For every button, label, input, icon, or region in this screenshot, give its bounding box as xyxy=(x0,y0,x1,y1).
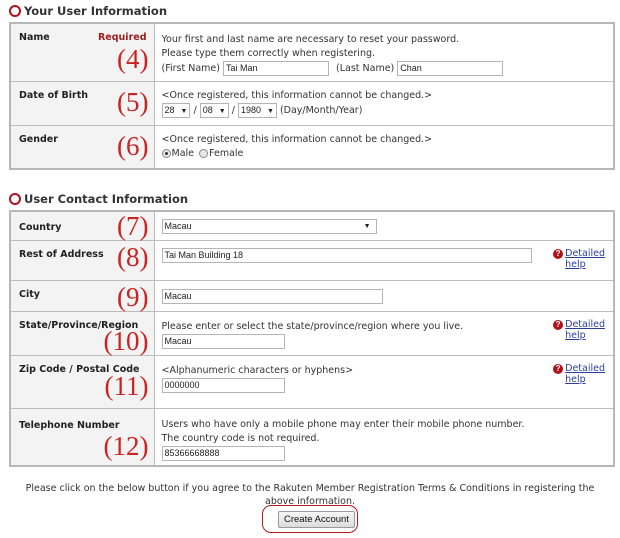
female-label[interactable]: Female xyxy=(209,148,243,159)
detailed-help-link[interactable]: Detailed help xyxy=(565,363,605,385)
date-separator: / xyxy=(231,104,235,116)
annotation-8: (8) xyxy=(117,241,149,272)
gender-label: Gender xyxy=(19,133,58,145)
month-value: 08 xyxy=(202,104,213,115)
name-row: Name Required (4) Your first and last na… xyxy=(9,22,615,82)
address-label-cell: Rest of Address (8) xyxy=(9,239,155,281)
state-note: Please enter or select the state/provinc… xyxy=(161,320,464,332)
address-help[interactable]: ? Detailed help xyxy=(553,248,605,270)
first-name-input[interactable]: Tai Man xyxy=(222,61,329,76)
zip-help[interactable]: ? Detailed help xyxy=(553,363,605,385)
annotation-9: (9) xyxy=(117,281,149,312)
state-input[interactable]: Macau xyxy=(161,333,285,349)
zip-content-cell: <Alphanumeric characters or hyphens> 000… xyxy=(153,354,615,409)
state-row: State/Province/Region (10) Please enter … xyxy=(9,310,615,356)
address-content-cell: Tai Man Building 18 ? Detailed help xyxy=(153,239,615,281)
annotation-12: (12) xyxy=(103,430,149,461)
section-title-text: Your User Information xyxy=(24,4,168,18)
annotation-7: (7) xyxy=(117,211,149,241)
city-input[interactable]: Macau xyxy=(161,288,383,304)
country-label-cell: Country (7) xyxy=(9,210,155,241)
month-select[interactable]: 08 ▼ xyxy=(199,102,229,118)
gender-content-cell: <Once registered, this information canno… xyxy=(153,124,615,170)
date-format-hint: (Day/Month/Year) xyxy=(279,104,363,116)
date-separator: / xyxy=(193,104,197,116)
required-badge: Required xyxy=(97,32,147,43)
dob-label: Date of Birth xyxy=(19,89,89,101)
name-help-line-2: Please type them correctly when register… xyxy=(161,48,376,59)
dropdown-arrow-icon: ▼ xyxy=(363,223,371,230)
highlight-annotation-circle: Create Account xyxy=(262,505,358,533)
help-question-icon: ? xyxy=(553,248,564,259)
address-label: Rest of Address xyxy=(19,248,104,260)
phone-note-1: Users who have only a mobile phone may e… xyxy=(161,418,525,430)
phone-input[interactable]: 85366668888 xyxy=(161,445,285,461)
name-label-cell: Name Required (4) xyxy=(9,22,155,82)
phone-label-cell: Telephone Number (12) xyxy=(9,407,155,467)
bullet-icon xyxy=(9,5,21,17)
city-content-cell: Macau xyxy=(153,279,615,312)
name-content-cell: Your first and last name are necessary t… xyxy=(153,22,615,82)
annotation-5: (5) xyxy=(117,86,149,117)
section-title-contact-info: User Contact Information xyxy=(9,192,188,206)
address-row: Rest of Address (8) Tai Man Building 18 … xyxy=(9,239,615,281)
annotation-10: (10) xyxy=(103,325,149,356)
gender-note: <Once registered, this information canno… xyxy=(161,133,433,145)
zip-row: Zip Code / Postal Code (11) <Alphanumeri… xyxy=(9,354,615,409)
contact-info-table: Country (7) Macau ▼ Rest of Address (8) … xyxy=(9,210,615,467)
dob-content-cell: <Once registered, this information canno… xyxy=(153,80,615,126)
name-label: Name xyxy=(19,32,50,43)
zip-label-cell: Zip Code / Postal Code (11) xyxy=(9,354,155,409)
dob-label-cell: Date of Birth (5) xyxy=(9,80,155,126)
user-info-table: Name Required (4) Your first and last na… xyxy=(9,22,615,170)
gender-label-cell: Gender (6) xyxy=(9,124,155,170)
dropdown-arrow-icon: ▼ xyxy=(266,107,274,115)
year-select[interactable]: 1980 ▼ xyxy=(237,102,277,118)
zip-input[interactable]: 0000000 xyxy=(161,377,285,393)
help-question-icon: ? xyxy=(553,363,564,374)
gender-row: Gender (6) <Once registered, this inform… xyxy=(9,124,615,170)
address-input[interactable]: Tai Man Building 18 xyxy=(161,247,532,263)
city-label: City xyxy=(19,288,40,300)
annotation-4: (4) xyxy=(117,44,149,74)
phone-label: Telephone Number xyxy=(19,419,120,431)
annotation-6: (6) xyxy=(117,130,149,161)
state-help[interactable]: ? Detailed help xyxy=(553,319,605,341)
city-label-cell: City (9) xyxy=(9,279,155,312)
detailed-help-link[interactable]: Detailed help xyxy=(565,248,605,270)
annotation-11: (11) xyxy=(104,370,149,401)
day-select[interactable]: 28 ▼ xyxy=(161,102,191,118)
male-radio[interactable] xyxy=(161,148,171,158)
phone-note-2: The country code is not required. xyxy=(161,432,320,444)
country-label: Country xyxy=(19,222,62,233)
country-content-cell: Macau ▼ xyxy=(153,210,615,241)
phone-content-cell: Users who have only a mobile phone may e… xyxy=(153,407,615,467)
last-name-input[interactable]: Chan xyxy=(397,61,504,76)
name-help-line-1: Your first and last name are necessary t… xyxy=(161,34,460,45)
dropdown-arrow-icon: ▼ xyxy=(180,107,188,115)
year-value: 1980 xyxy=(240,104,261,115)
male-label[interactable]: Male xyxy=(172,148,195,159)
state-content-cell: Please enter or select the state/provinc… xyxy=(153,310,615,356)
country-value: Macau xyxy=(164,221,192,231)
bullet-icon xyxy=(9,193,21,205)
zip-note: <Alphanumeric characters or hyphens> xyxy=(161,364,354,376)
country-row: Country (7) Macau ▼ xyxy=(9,210,615,241)
state-label-cell: State/Province/Region (10) xyxy=(9,310,155,356)
dropdown-arrow-icon: ▼ xyxy=(218,107,226,115)
day-value: 28 xyxy=(164,104,175,115)
section-title-user-info: Your User Information xyxy=(9,4,167,18)
female-radio[interactable] xyxy=(199,148,209,158)
last-name-label: (Last Name) xyxy=(336,63,395,74)
dob-row: Date of Birth (5) <Once registered, this… xyxy=(9,80,615,126)
section-title-text: User Contact Information xyxy=(24,192,189,206)
detailed-help-link[interactable]: Detailed help xyxy=(565,319,605,341)
phone-row: Telephone Number (12) Users who have onl… xyxy=(9,407,615,467)
create-account-button[interactable]: Create Account xyxy=(278,511,355,528)
country-select[interactable]: Macau ▼ xyxy=(161,219,377,234)
help-question-icon: ? xyxy=(553,319,564,330)
dob-note: <Once registered, this information canno… xyxy=(161,89,433,101)
first-name-label: (First Name) xyxy=(161,63,220,74)
city-row: City (9) Macau xyxy=(9,279,615,312)
